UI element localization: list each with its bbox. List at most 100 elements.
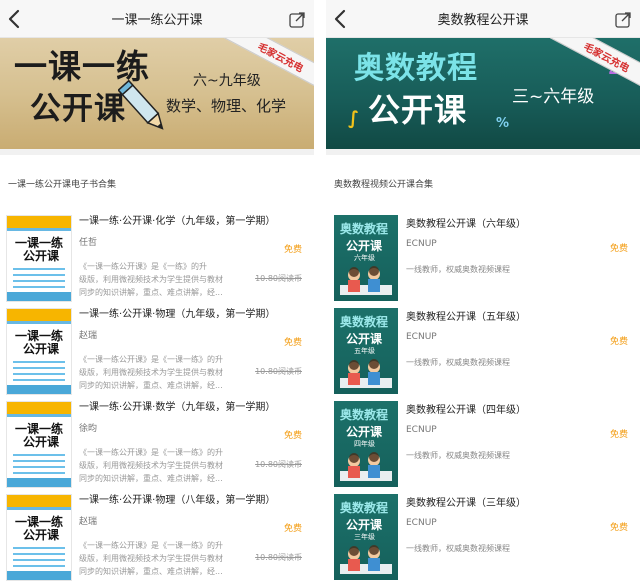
description-line: 《一课一练公开课》是《一课一练》的升 — [79, 448, 223, 457]
course-description: 一线教师，权威奥数视频课程 — [406, 451, 510, 460]
cover-title-line1: 奥数教程 — [340, 315, 389, 329]
right-screen: 奥数教程公开课 奥数教程 公开课 三~六年级 Σ ∫ % 毛家云充电 奥数教程视… — [326, 0, 640, 583]
price-free: 免费 — [609, 430, 628, 440]
book-info: 一课一练·公开课·数学（九年级，第一学期） 徐昀 《一课一练公开课》是《一课一练》的… — [79, 401, 306, 485]
banner: 一课一练 公开课 六~九年级 数学、物理、化学 毛家云充电 — [0, 38, 314, 149]
cover-title-line1: 奥数教程 — [340, 501, 389, 515]
course-author: ECNUP — [406, 425, 437, 435]
original-price: 10.80阅读币 — [255, 274, 302, 283]
share-icon[interactable] — [614, 11, 632, 29]
cover-grade: 五年级 — [354, 347, 375, 355]
description-line: 《一课一练公开课》是《一练》的升 — [79, 262, 207, 271]
section-title: 奥数教程视频公开课合集 — [334, 180, 434, 190]
kids-illustration — [340, 452, 392, 481]
cover-band — [7, 402, 71, 414]
book-title[interactable]: 一课一练·公开课·化学（九年级，第一学期） — [79, 215, 306, 229]
course-title[interactable]: 奥数教程公开课（六年级） — [406, 215, 632, 230]
book-list: 一课一练 公开课 一课一练·公开课·化学（九年级，第一学期） 任哲 《一课一练公开课》是… — [0, 215, 314, 583]
book-cover[interactable]: 一课一练 公开课 — [6, 494, 72, 581]
course-author: ECNUP — [406, 239, 437, 249]
kids-illustration — [340, 545, 392, 574]
book-info: 一课一练·公开课·化学（九年级，第一学期） 任哲《一课一练公开课》是《一练》的升级… — [79, 215, 306, 299]
book-cover[interactable]: 一课一练 公开课 — [6, 215, 72, 302]
course-title[interactable]: 奥数教程公开课（三年级） — [406, 494, 632, 509]
course-info: 奥数教程公开课（六年级） ECNUP 一线教师，权威奥数视频课程 — [406, 215, 632, 275]
price-free: 免费 — [283, 245, 302, 255]
top-bar: 奥数教程公开课 — [326, 0, 640, 38]
course-cover[interactable]: 奥数教程 公开课 六年级 — [334, 215, 398, 301]
list-item[interactable]: 一课一练 公开课 一课一练·公开课·化学（九年级，第一学期） 任哲《一课一练公开课》是… — [0, 215, 314, 308]
list-item[interactable]: 奥数教程 公开课 六年级 奥数教程公开课（六年级） ECNUP 一线教师，权威奥数视频课程… — [326, 215, 640, 308]
cover-title-line2: 公开课 — [23, 341, 60, 356]
cover-footer — [7, 478, 71, 487]
cover-title: 一课一练 公开课 — [15, 423, 63, 448]
cover-grade: 六年级 — [354, 254, 375, 262]
book-cover[interactable]: 一课一练 公开课 — [6, 401, 72, 488]
banner-title-line1: 奥数教程 — [354, 51, 478, 86]
percent-icon: % — [496, 116, 510, 131]
list-item[interactable]: 一课一练 公开课 一课一练·公开课·物理（八年级，第一学期） 赵瑞 《一课一练公开课》是… — [0, 494, 314, 583]
chevron-left-icon[interactable] — [6, 9, 24, 29]
course-cover[interactable]: 奥数教程公开课 五年级 — [334, 308, 398, 394]
cover-line — [13, 379, 65, 381]
gap — [314, 0, 326, 583]
description-line: 同步的知识讲解，重点、难点讲解，经... — [79, 288, 223, 297]
description-line: 同步的知识讲解，重点、难点讲解，经... — [79, 474, 223, 483]
original-price: 10.80阅读币 — [255, 367, 302, 376]
price-free: 免费 — [283, 338, 302, 348]
book-title[interactable]: 一课一练·公开课·数学（九年级，第一学期） — [79, 401, 306, 415]
description-line: 《一课一练公开课》是《一课一练》的升 — [79, 541, 223, 550]
share-icon[interactable] — [288, 11, 306, 29]
description-line: 同步的知识讲解，重点、难点讲解，经... — [79, 381, 223, 390]
banner-title-line2: 公开课 — [30, 91, 126, 127]
cover-line — [13, 565, 65, 567]
description-line: 级版，利用微视频技术为学生提供与教材 — [79, 461, 223, 470]
description-line: 级版，利用微视频技术为学生提供与教材 — [79, 368, 223, 377]
cover-title-line2: 公开课 — [346, 518, 383, 532]
original-price: 10.80阅读币 — [255, 553, 302, 562]
cover-line — [13, 367, 65, 369]
course-cover[interactable]: 奥数教程 公开课 三年级 — [334, 494, 398, 580]
book-title[interactable]: 一课一练·公开课·物理（八年级，第一学期） — [79, 494, 306, 508]
price-free: 免费 — [283, 524, 302, 534]
cover-title-line2: 公开课 — [346, 239, 383, 253]
price-free: 免费 — [609, 523, 628, 533]
cover-line — [13, 361, 65, 363]
cover-title-line1: 一课一练 — [15, 329, 64, 343]
course-cover[interactable]: 奥数教程 公开课 四年级 — [334, 401, 398, 487]
page-title: 一课一练公开课 — [111, 13, 203, 28]
chevron-left-icon[interactable] — [332, 9, 350, 29]
book-title[interactable]: 一课一练·公开课·物理（九年级，第一学期） — [79, 308, 306, 322]
cover-line — [13, 280, 65, 282]
book-description: 《一课一练公开课》是《一课一练》的升 级版，利用微视频技术为学生提供与教材 同步的知… — [79, 446, 254, 485]
course-description: 一线教师，权威奥数视频课程 — [406, 265, 510, 274]
cover-footer — [7, 571, 71, 580]
list-item[interactable]: 奥数教程 公开课 五年级 奥数教程公开课（五年级） ECNUP 一线教师，权威奥数视频课程… — [326, 308, 640, 401]
banner-subjects: 数学、物理、化学 — [166, 97, 287, 115]
book-info: 一课一练·公开课·物理（九年级，第一学期） 赵瑞 《一课一练公开课》是《一课一练》的… — [79, 308, 306, 392]
top-bar: 一课一练公开课 — [0, 0, 314, 38]
description-line: 级版，利用微视频技术为学生提供与教材 — [79, 554, 223, 563]
list-item[interactable]: 奥数教程 公开课 四年级 奥数教程公开课（四年级） ECNUP 一线教师，权威奥数视频课程… — [326, 401, 640, 494]
book-description: 《一课一练公开课》是《一练》的升 级版，利用微视频技术为学生提供与教材 同步的知识讲… — [79, 260, 254, 299]
list-item[interactable]: 奥数教程 公开课 三年级 奥数教程公开课（三年级） ECNUP 一线教师，权威奥数视频课程… — [326, 494, 640, 583]
course-title[interactable]: 奥数教程公开课（四年级） — [406, 401, 632, 416]
cover-title-line1: 奥数教程 — [340, 408, 389, 422]
cover-line — [13, 472, 65, 474]
cover-line — [13, 274, 65, 276]
cover-title-line2: 公开课 — [346, 332, 383, 346]
book-description: 《一课一练公开课》是《一课一练》的升 级版，利用微视频技术为学生提供与教材 同步的知… — [79, 353, 254, 392]
course-list: 奥数教程 公开课 六年级 奥数教程公开课（六年级） ECNUP 一线教师，权威奥数视频课程… — [326, 215, 640, 583]
cover-title-line1: 一课一练 — [15, 422, 64, 436]
cover-band — [7, 309, 71, 321]
course-title[interactable]: 奥数教程公开课（五年级） — [406, 308, 632, 323]
cover-title-line2: 公开课 — [23, 434, 60, 449]
banner-grade: 三~六年级 — [512, 87, 595, 107]
book-author: 任哲 — [79, 238, 98, 248]
cover-footer — [7, 292, 71, 301]
book-cover[interactable]: 一课一练 公开课 — [6, 308, 72, 395]
kids-illustration — [340, 266, 392, 295]
list-item[interactable]: 一课一练 公开课 一课一练·公开课·物理（九年级，第一学期） 赵瑞 《一课一练公开课》是… — [0, 308, 314, 401]
function-icon: ∫ — [348, 108, 359, 129]
list-item[interactable]: 一课一练 公开课 一课一练·公开课·数学（九年级，第一学期） 徐昀 《一课一练公开课》是… — [0, 401, 314, 494]
